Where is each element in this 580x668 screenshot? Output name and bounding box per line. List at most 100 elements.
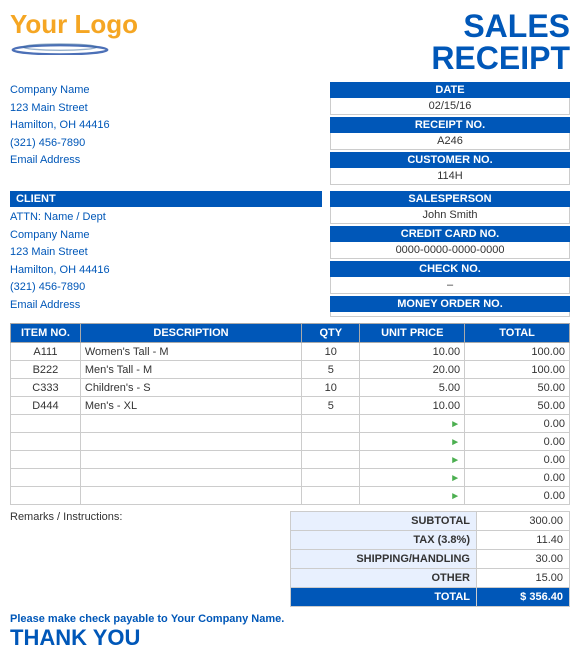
tax-row: TAX (3.8%) 11.40 [291,531,570,550]
payment-note-text: Please make check payable to [10,613,168,625]
cell-description: Women's Tall - M [80,343,301,361]
green-arrow-icon: ► [450,491,460,502]
cell-total: 0.00 [465,433,570,451]
table-row: ► 0.00 [11,469,570,487]
cell-description [80,487,301,505]
cell-total: 0.00 [465,451,570,469]
cell-item-no [11,451,81,469]
cell-unit-price: ► [360,451,465,469]
col-item-no: ITEM NO. [11,324,81,343]
cell-unit-price: ► [360,433,465,451]
logo-swoosh-icon [10,41,110,55]
cell-description [80,415,301,433]
green-arrow-icon: ► [450,473,460,484]
client-header: CLIENT [10,191,322,207]
other-label: OTHER [291,569,477,588]
credit-card-value: 0000-0000-0000-0000 [330,242,570,259]
client-address1: 123 Main Street [10,244,322,262]
payment-name: Your Company Name. [171,613,285,625]
company-email: Email Address [10,152,110,170]
date-value: 02/15/16 [330,98,570,115]
table-row: B222 Men's Tall - M 5 20.00 100.00 [11,361,570,379]
cell-unit-price: 10.00 [360,397,465,415]
table-row: ► 0.00 [11,433,570,451]
company-address2: Hamilton, OH 44416 [10,117,110,135]
client-address2: Hamilton, OH 44416 [10,262,322,280]
check-no-label: CHECK NO. [330,261,570,277]
subtotal-row: SUBTOTAL 300.00 [291,512,570,531]
table-row: ► 0.00 [11,451,570,469]
cell-description [80,451,301,469]
totals-section: Remarks / Instructions: SUBTOTAL 300.00 … [10,511,570,607]
table-row: ► 0.00 [11,415,570,433]
cell-qty: 5 [302,397,360,415]
cell-description: Men's Tall - M [80,361,301,379]
cell-qty: 5 [302,361,360,379]
date-label: DATE [330,82,570,98]
logo-area: Your Logo [10,10,138,55]
thank-you: THANK YOU [10,625,284,651]
cell-unit-price: 20.00 [360,361,465,379]
cell-total: 50.00 [465,379,570,397]
subtotal-value: 300.00 [477,512,570,531]
shipping-label: SHIPPING/HANDLING [291,550,477,569]
check-no-value: – [330,277,570,294]
table-header-row: ITEM NO. DESCRIPTION QTY UNIT PRICE TOTA… [11,324,570,343]
cell-total: 0.00 [465,469,570,487]
customer-no-label: CUSTOMER NO. [330,152,570,168]
col-description: DESCRIPTION [80,324,301,343]
cell-description [80,433,301,451]
cell-item-no: C333 [11,379,81,397]
cell-total: 0.00 [465,487,570,505]
client-salesperson-section: CLIENT ATTN: Name / Dept Company Name 12… [10,191,570,317]
company-phone: (321) 456-7890 [10,135,110,153]
salesperson-label: SALESPERSON [330,191,570,207]
cell-item-no [11,415,81,433]
totals-table: SUBTOTAL 300.00 TAX (3.8%) 11.40 SHIPPIN… [290,511,570,607]
cell-unit-price: 5.00 [360,379,465,397]
header: Your Logo SALES RECEIPT [10,10,570,74]
cell-total: 100.00 [465,343,570,361]
client-attn: ATTN: Name / Dept [10,209,322,227]
client-phone: (321) 456-7890 [10,279,322,297]
cell-total: 0.00 [465,415,570,433]
money-order-label: MONEY ORDER NO. [330,296,570,312]
cell-item-no [11,469,81,487]
cell-unit-price: ► [360,469,465,487]
table-row: D444 Men's - XL 5 10.00 50.00 [11,397,570,415]
cell-item-no [11,433,81,451]
cell-total: 50.00 [465,397,570,415]
subtotal-label: SUBTOTAL [291,512,477,531]
customer-no-value: 114H [330,168,570,185]
cell-description [80,469,301,487]
shipping-value: 30.00 [477,550,570,569]
cell-qty [302,487,360,505]
cell-qty [302,469,360,487]
total-amount: 356.40 [529,591,563,603]
cell-description: Children's - S [80,379,301,397]
cell-qty [302,433,360,451]
cell-item-no [11,487,81,505]
col-qty: QTY [302,324,360,343]
cell-qty: 10 [302,379,360,397]
right-meta-stack: SALESPERSON John Smith CREDIT CARD NO. 0… [330,191,570,317]
client-info: ATTN: Name / Dept Company Name 123 Main … [10,207,322,317]
tax-label: TAX (3.8%) [291,531,477,550]
receipt-no-value: A246 [330,133,570,150]
payment-note: Please make check payable to Your Compan… [10,613,284,625]
salesperson-name: John Smith [330,207,570,224]
green-arrow-icon: ► [450,455,460,466]
company-name: Company Name [10,82,110,100]
green-arrow-icon: ► [450,419,460,430]
company-address1: 123 Main Street [10,100,110,118]
col-unit-price: UNIT PRICE [360,324,465,343]
cell-unit-price: 10.00 [360,343,465,361]
sales-title: SALES [431,10,570,42]
other-row: OTHER 15.00 [291,569,570,588]
client-box: CLIENT ATTN: Name / Dept Company Name 12… [10,191,322,317]
remarks-section: Remarks / Instructions: [10,511,290,523]
cell-qty: 10 [302,343,360,361]
receipt-no-label: RECEIPT NO. [330,117,570,133]
cell-item-no: B222 [11,361,81,379]
cell-unit-price: ► [360,487,465,505]
